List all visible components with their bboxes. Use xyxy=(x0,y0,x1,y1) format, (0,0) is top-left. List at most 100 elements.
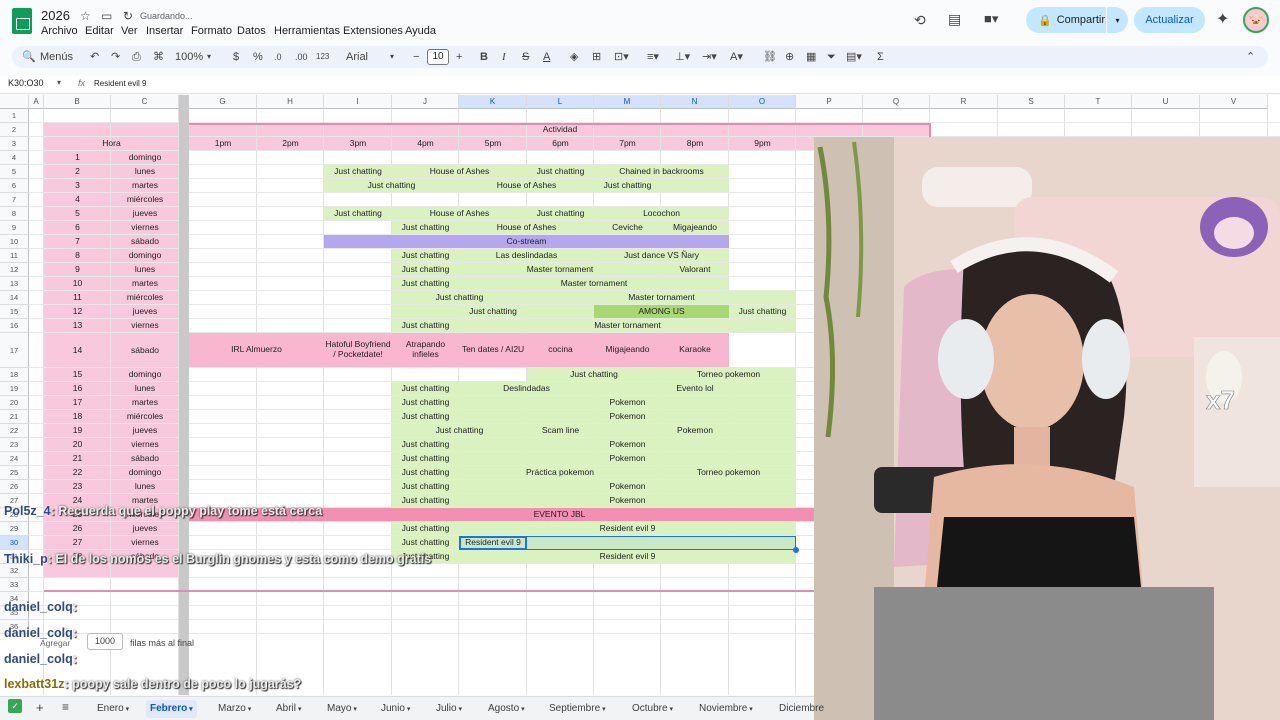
text-rotation-icon[interactable]: A▾ xyxy=(730,48,743,66)
schedule-cell[interactable]: Pokemon xyxy=(459,452,796,465)
schedule-cell[interactable]: Just dance VS Ñary xyxy=(594,249,729,262)
menu-editar[interactable]: Editar xyxy=(85,25,114,37)
schedule-cell[interactable]: Hatoful Boyfriend / Pocketdate! xyxy=(324,333,392,367)
column-header[interactable]: L xyxy=(527,95,594,109)
move-folder-icon[interactable]: ▭ xyxy=(101,9,112,23)
fill-handle[interactable] xyxy=(793,547,799,553)
search-icon[interactable]: 🔍 xyxy=(22,48,36,66)
percent-format[interactable]: % xyxy=(253,48,263,66)
add-sheet-icon[interactable]: + xyxy=(36,700,44,715)
schedule-cell[interactable]: Just chatting xyxy=(729,305,796,318)
share-button[interactable]: 🔒 Compartir ▾ xyxy=(1026,7,1128,33)
menu-archivo[interactable]: Archivo xyxy=(41,25,78,37)
column-header[interactable]: A xyxy=(29,95,44,109)
schedule-cell[interactable]: Just chatting xyxy=(392,249,459,262)
sheet-tab-chevron-icon[interactable]: ▾ xyxy=(747,706,753,713)
schedule-cell[interactable]: Just chatting xyxy=(527,368,661,381)
schedule-cell[interactable]: Valorant xyxy=(661,263,729,276)
sheet-tab-chevron-icon[interactable]: ▾ xyxy=(457,706,463,713)
schedule-cell[interactable]: Master tornament xyxy=(459,263,661,276)
row-header[interactable]: 25 xyxy=(0,466,29,480)
update-button[interactable]: Actualizar xyxy=(1134,7,1205,33)
row-header[interactable]: 8 xyxy=(0,207,29,221)
sheet-tab-chevron-icon[interactable]: ▾ xyxy=(124,706,130,713)
insert-comment-icon[interactable]: ⊕ xyxy=(785,48,794,66)
sheet-tab-septiembre[interactable]: Septiembre ▾ xyxy=(545,700,610,718)
schedule-cell[interactable]: Pokemon xyxy=(459,438,796,451)
column-header[interactable]: G xyxy=(189,95,257,109)
sheet-tab-chevron-icon[interactable]: ▾ xyxy=(246,706,252,713)
row-header[interactable]: 10 xyxy=(0,235,29,249)
row-header[interactable]: 23 xyxy=(0,438,29,452)
sheet-tab-enero[interactable]: Enero ▾ xyxy=(93,700,133,718)
row-header[interactable]: 30 xyxy=(0,536,29,550)
column-header[interactable]: S xyxy=(998,95,1065,109)
row-header[interactable]: 11 xyxy=(0,249,29,263)
schedule-cell[interactable]: Just chatting xyxy=(392,438,459,451)
column-header[interactable]: V xyxy=(1200,95,1268,109)
increase-decimal[interactable]: .00 xyxy=(295,48,308,66)
align-vertical-icon[interactable]: ⊥▾ xyxy=(675,48,690,66)
schedule-cell[interactable]: Just chatting xyxy=(392,221,459,234)
column-header[interactable]: M xyxy=(594,95,661,109)
sheet-tab-noviembre[interactable]: Noviembre ▾ xyxy=(695,700,757,718)
sheet-tab-julio[interactable]: Julio ▾ xyxy=(432,700,466,718)
schedule-cell[interactable]: Just chatting xyxy=(392,291,527,304)
share-dropdown-icon[interactable]: ▾ xyxy=(1106,7,1128,33)
row-header[interactable]: 33 xyxy=(0,578,29,592)
row-header[interactable]: 29 xyxy=(0,522,29,536)
schedule-cell[interactable]: Just chatting xyxy=(324,179,459,192)
row-header[interactable]: 6 xyxy=(0,179,29,193)
schedule-cell[interactable]: House of Ashes xyxy=(392,207,527,220)
column-header[interactable]: N xyxy=(661,95,729,109)
collapse-toolbar-icon[interactable]: ⌃ xyxy=(1246,48,1255,66)
schedule-cell[interactable]: IRL Almuerzo xyxy=(189,333,324,367)
schedule-cell[interactable]: Just chatting xyxy=(324,165,392,178)
select-all-corner[interactable] xyxy=(0,95,29,109)
row-header[interactable]: 19 xyxy=(0,382,29,396)
sheet-tab-abril[interactable]: Abril ▾ xyxy=(272,700,305,718)
italic-icon[interactable]: I xyxy=(502,48,506,66)
filter-icon[interactable]: ⏷ xyxy=(827,48,836,66)
row-header[interactable]: 9 xyxy=(0,221,29,235)
sheet-tab-octubre[interactable]: Octubre ▾ xyxy=(628,700,677,718)
font-size-input[interactable]: 10 xyxy=(427,49,449,65)
schedule-cell[interactable]: Just chatting xyxy=(392,305,594,318)
schedule-cell[interactable]: House of Ashes xyxy=(459,221,594,234)
schedule-cell[interactable]: Just chatting xyxy=(527,165,594,178)
sheets-logo[interactable] xyxy=(12,8,32,34)
sheet-tab-agosto[interactable]: Agosto ▾ xyxy=(484,700,529,718)
schedule-cell[interactable]: Karaoke xyxy=(661,333,729,367)
text-wrap-icon[interactable]: ⇥▾ xyxy=(702,48,717,66)
schedule-cell[interactable]: Pokemon xyxy=(459,494,796,507)
print-icon[interactable]: ⎙ xyxy=(132,48,141,66)
row-header[interactable]: 5 xyxy=(0,165,29,179)
formula-input[interactable]: Resident evil 9 xyxy=(94,79,146,88)
sheet-tab-marzo[interactable]: Marzo ▾ xyxy=(214,700,255,718)
column-header[interactable]: P xyxy=(796,95,863,109)
schedule-cell[interactable]: Just chatting xyxy=(392,424,527,437)
row-header[interactable]: 13 xyxy=(0,277,29,291)
sheet-tab-diciembre[interactable]: Diciembre xyxy=(775,700,828,718)
column-header[interactable]: K xyxy=(459,95,527,109)
row-header[interactable]: 15 xyxy=(0,305,29,319)
sheet-tab-chevron-icon[interactable]: ▾ xyxy=(187,706,193,713)
zoom-chevron-icon[interactable]: ▾ xyxy=(207,48,211,66)
text-color-icon[interactable]: A xyxy=(543,48,550,66)
undo-icon[interactable]: ↶ xyxy=(90,48,99,66)
schedule-cell[interactable]: Las deslindadas xyxy=(459,249,594,262)
schedule-cell[interactable]: Just chatting xyxy=(594,179,661,192)
schedule-cell[interactable]: Chained in backrooms xyxy=(594,165,729,178)
menus-search[interactable]: Menús xyxy=(40,48,73,66)
row-header[interactable]: 3 xyxy=(0,137,29,151)
sheet-tab-mayo[interactable]: Mayo ▾ xyxy=(323,700,361,718)
decrease-decimal[interactable]: .0 xyxy=(274,48,282,66)
schedule-cell[interactable]: Just chatting xyxy=(392,396,459,409)
explore-icon[interactable]: ✓ xyxy=(8,699,22,713)
row-header[interactable]: 4 xyxy=(0,151,29,165)
all-sheets-icon[interactable]: ≡ xyxy=(62,700,69,714)
paint-format-icon[interactable]: ⌘ xyxy=(153,48,164,66)
meet-icon[interactable]: ■▾ xyxy=(984,11,998,27)
gemini-sparkle-icon[interactable]: ✦ xyxy=(1216,9,1229,29)
row-header[interactable]: 14 xyxy=(0,291,29,305)
